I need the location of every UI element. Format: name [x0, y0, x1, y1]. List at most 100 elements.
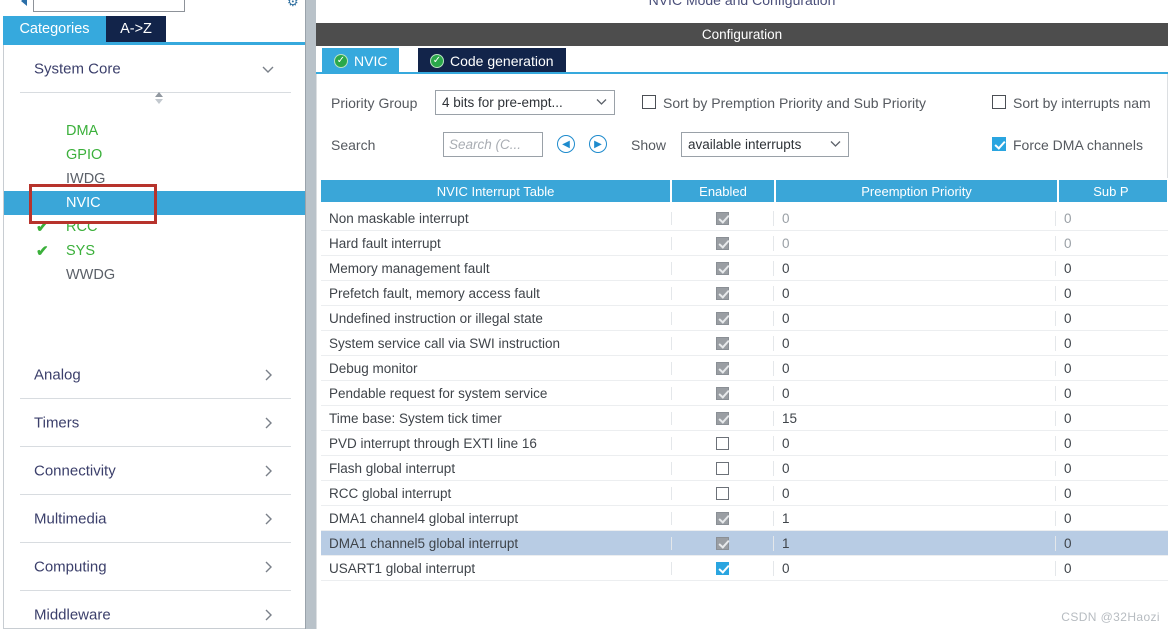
tab-categories[interactable]: Categories — [3, 16, 106, 42]
table-row[interactable]: System service call via SWI instruction 0… — [321, 331, 1168, 356]
row-sub-priority[interactable]: 0 — [1055, 510, 1163, 526]
row-sub-priority[interactable]: 0 — [1055, 260, 1163, 276]
row-sub-priority[interactable]: 0 — [1055, 235, 1163, 251]
row-sub-priority[interactable]: 0 — [1055, 485, 1163, 501]
row-preemption-priority[interactable]: 0 — [773, 360, 1055, 376]
table-row[interactable]: Memory management fault 0 0 — [321, 256, 1168, 281]
enabled-checkbox[interactable] — [716, 261, 729, 275]
row-enabled-cell[interactable] — [671, 561, 773, 575]
row-preemption-priority[interactable]: 0 — [773, 560, 1055, 576]
sidebar-search-input[interactable] — [33, 0, 185, 12]
tab-a-to-z[interactable]: A->Z — [106, 16, 166, 42]
back-arrow-icon[interactable] — [21, 0, 27, 6]
row-enabled-cell[interactable] — [671, 386, 773, 400]
table-row[interactable]: RCC global interrupt 0 0 — [321, 481, 1168, 506]
table-row[interactable]: USART1 global interrupt 0 0 — [321, 556, 1168, 581]
row-enabled-cell[interactable] — [671, 511, 773, 525]
gear-icon[interactable]: ⚙ — [287, 0, 301, 8]
row-preemption-priority[interactable]: 1 — [773, 510, 1055, 526]
enabled-checkbox[interactable] — [716, 511, 729, 525]
row-enabled-cell[interactable] — [671, 261, 773, 275]
sidebar-item-dma[interactable]: DMA — [4, 119, 305, 143]
row-preemption-priority[interactable]: 0 — [773, 485, 1055, 501]
sort-by-name-checkbox[interactable] — [992, 95, 1006, 109]
table-row[interactable]: PVD interrupt through EXTI line 16 0 0 — [321, 431, 1168, 456]
enabled-checkbox[interactable] — [716, 386, 729, 400]
table-row[interactable]: Pendable request for system service 0 0 — [321, 381, 1168, 406]
priority-group-select[interactable]: 4 bits for pre-empt... — [435, 90, 615, 115]
row-sub-priority[interactable]: 0 — [1055, 210, 1163, 226]
sidebar-group-analog[interactable]: Analog — [4, 351, 305, 399]
force-dma-channels-checkbox[interactable] — [992, 137, 1006, 151]
enabled-checkbox[interactable] — [716, 461, 729, 475]
row-enabled-cell[interactable] — [671, 211, 773, 225]
sidebar-group-connectivity[interactable]: Connectivity — [4, 447, 305, 495]
sidebar-group-timers[interactable]: Timers — [4, 399, 305, 447]
row-enabled-cell[interactable] — [671, 486, 773, 500]
row-preemption-priority[interactable]: 0 — [773, 335, 1055, 351]
tab-code-generation[interactable]: ✓ Code generation — [418, 48, 566, 74]
table-row[interactable]: Debug monitor 0 0 — [321, 356, 1168, 381]
row-preemption-priority[interactable]: 1 — [773, 535, 1055, 551]
table-row[interactable]: Flash global interrupt 0 0 — [321, 456, 1168, 481]
row-enabled-cell[interactable] — [671, 436, 773, 450]
show-filter-select[interactable]: available interrupts — [681, 132, 849, 157]
row-sub-priority[interactable]: 0 — [1055, 435, 1163, 451]
row-preemption-priority[interactable]: 0 — [773, 435, 1055, 451]
table-row[interactable]: Prefetch fault, memory access fault 0 0 — [321, 281, 1168, 306]
enabled-checkbox[interactable] — [716, 411, 729, 425]
sidebar-group-middleware[interactable]: Middleware — [4, 591, 305, 629]
table-row[interactable]: Time base: System tick timer 15 0 — [321, 406, 1168, 431]
sidebar-item-wwdg[interactable]: WWDG — [4, 263, 305, 287]
table-row[interactable]: Non maskable interrupt 0 0 — [321, 206, 1168, 231]
enabled-checkbox[interactable] — [716, 486, 729, 500]
sort-arrows-icon[interactable] — [152, 91, 166, 107]
enabled-checkbox[interactable] — [716, 211, 729, 225]
search-prev-icon[interactable]: ◀ — [557, 135, 575, 153]
sidebar-item-gpio[interactable]: GPIO — [4, 143, 305, 167]
enabled-checkbox[interactable] — [716, 336, 729, 350]
enabled-checkbox[interactable] — [716, 361, 729, 375]
row-enabled-cell[interactable] — [671, 411, 773, 425]
row-sub-priority[interactable]: 0 — [1055, 410, 1163, 426]
row-sub-priority[interactable]: 0 — [1055, 285, 1163, 301]
row-enabled-cell[interactable] — [671, 536, 773, 550]
enabled-checkbox[interactable] — [716, 536, 729, 550]
enabled-checkbox[interactable] — [716, 311, 729, 325]
sidebar-item-iwdg[interactable]: IWDG — [4, 167, 305, 191]
sidebar-item-rcc[interactable]: ✔ RCC — [4, 215, 305, 239]
enabled-checkbox[interactable] — [716, 436, 729, 450]
row-preemption-priority[interactable]: 0 — [773, 385, 1055, 401]
row-preemption-priority[interactable]: 0 — [773, 260, 1055, 276]
tab-nvic[interactable]: ✓ NVIC — [322, 48, 400, 74]
sidebar-group-multimedia[interactable]: Multimedia — [4, 495, 305, 543]
column-header-enabled[interactable]: Enabled — [672, 180, 774, 202]
row-sub-priority[interactable]: 0 — [1055, 335, 1163, 351]
row-enabled-cell[interactable] — [671, 361, 773, 375]
sidebar-group-computing[interactable]: Computing — [4, 543, 305, 591]
row-sub-priority[interactable]: 0 — [1055, 560, 1163, 576]
row-sub-priority[interactable]: 0 — [1055, 385, 1163, 401]
enabled-checkbox[interactable] — [716, 561, 729, 575]
table-row[interactable]: DMA1 channel5 global interrupt 1 0 — [321, 531, 1168, 556]
column-header-name[interactable]: NVIC Interrupt Table — [321, 180, 671, 202]
column-header-preemption[interactable]: Preemption Priority — [775, 180, 1058, 202]
row-enabled-cell[interactable] — [671, 236, 773, 250]
sidebar-group-system-core[interactable]: System Core — [4, 45, 305, 93]
column-header-sub[interactable]: Sub P — [1059, 180, 1167, 202]
row-sub-priority[interactable]: 0 — [1055, 535, 1163, 551]
row-sub-priority[interactable]: 0 — [1055, 360, 1163, 376]
table-row[interactable]: Undefined instruction or illegal state 0 0 — [321, 306, 1168, 331]
row-preemption-priority[interactable]: 0 — [773, 235, 1055, 251]
row-enabled-cell[interactable] — [671, 286, 773, 300]
enabled-checkbox[interactable] — [716, 286, 729, 300]
row-preemption-priority[interactable]: 0 — [773, 285, 1055, 301]
sort-premption-checkbox[interactable] — [642, 95, 656, 109]
search-input[interactable]: Search (C... — [443, 132, 543, 157]
row-enabled-cell[interactable] — [671, 336, 773, 350]
table-row[interactable]: DMA1 channel4 global interrupt 1 0 — [321, 506, 1168, 531]
table-row[interactable]: Hard fault interrupt 0 0 — [321, 231, 1168, 256]
row-preemption-priority[interactable]: 0 — [773, 310, 1055, 326]
row-sub-priority[interactable]: 0 — [1055, 310, 1163, 326]
row-preemption-priority[interactable]: 0 — [773, 460, 1055, 476]
